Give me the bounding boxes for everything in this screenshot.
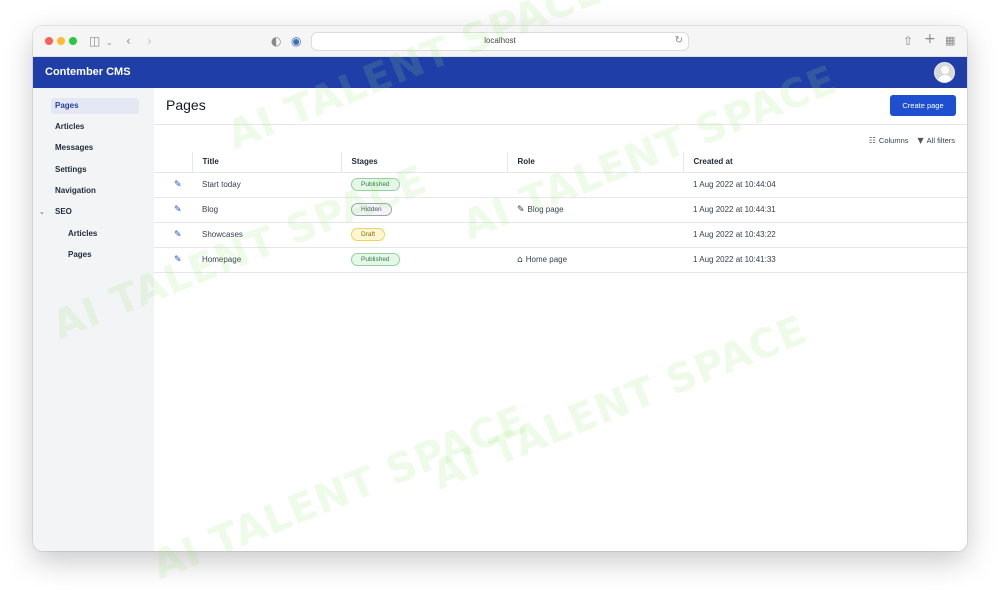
row-title: Start today — [192, 172, 341, 198]
row-title: Homepage — [192, 247, 341, 273]
row-role: ✎ Blog page — [507, 197, 683, 223]
browser-window: ◫ ⌄ ‹ › ◐ ◉ localhost ↻ ⇧ + ▦ Contember … — [33, 26, 967, 551]
sidebar-item-messages[interactable]: Messages — [51, 140, 93, 156]
main-content: Pages Create page ☷ Columns ▼ All filter… — [154, 88, 967, 551]
sidebar-item-articles[interactable]: Articles — [51, 119, 84, 135]
row-role — [507, 172, 683, 198]
filter-icon: ▼ — [917, 136, 924, 145]
table-row: ✎ Homepage Published ⌂ Home page 1 Aug 20… — [154, 247, 967, 273]
row-created-at: 1 Aug 2022 at 10:43:22 — [683, 222, 967, 248]
table-header-row: Title Stages Role Created at — [154, 152, 967, 173]
edit-square-icon: ✎ — [517, 204, 525, 215]
columns-icon: ☷ — [868, 136, 876, 145]
row-title: Blog — [192, 197, 341, 223]
minimize-window-button[interactable] — [57, 37, 65, 45]
status-badge: Published — [351, 178, 400, 191]
row-created-at: 1 Aug 2022 at 10:44:04 — [683, 172, 967, 198]
role-label: Home page — [525, 254, 568, 264]
back-chevron-icon[interactable]: ‹ — [126, 33, 131, 49]
sidebar-toggle-icon[interactable]: ◫ — [89, 33, 100, 49]
avatar-head-shape — [941, 66, 949, 74]
new-tab-plus-icon[interactable]: + — [924, 31, 936, 47]
page-title: Pages — [166, 97, 206, 113]
column-header-role[interactable]: Role — [506, 152, 683, 173]
privacy-shield-icon[interactable]: ◐ — [271, 33, 281, 49]
status-badge: Hidden — [351, 203, 392, 216]
column-header-title[interactable]: Title — [191, 152, 341, 173]
sidebar-item-navigation[interactable]: Navigation — [51, 183, 96, 199]
row-role — [507, 222, 683, 248]
address-bar[interactable]: localhost ↻ — [311, 32, 689, 51]
sidebar-item-seo-articles[interactable]: Articles — [64, 226, 97, 242]
tab-grid-icon[interactable]: ▦ — [945, 33, 955, 49]
row-role: ⌂ Home page — [507, 247, 683, 273]
chevron-down-icon[interactable]: ⌄ — [39, 204, 45, 220]
edit-pencil-icon[interactable]: ✎ — [174, 180, 182, 190]
sidebar: Pages Articles Messages Settings Navigat… — [33, 88, 154, 551]
share-icon[interactable]: ⇧ — [903, 33, 913, 49]
address-text: localhost — [484, 36, 516, 45]
row-created-at: 1 Aug 2022 at 10:41:33 — [683, 247, 967, 273]
column-header-actions — [154, 152, 192, 173]
header-divider — [154, 124, 967, 125]
home-icon: ⌂ — [517, 254, 523, 265]
brand-title: Contember CMS — [45, 66, 131, 78]
edit-pencil-icon[interactable]: ✎ — [174, 205, 182, 215]
column-header-stages[interactable]: Stages — [340, 152, 507, 173]
sidebar-item-pages[interactable]: Pages — [51, 98, 139, 114]
columns-button[interactable]: ☷ Columns — [869, 136, 909, 145]
table-row: ✎ Start today Published 1 Aug 2022 at 10… — [154, 172, 967, 198]
chevron-down-icon[interactable]: ⌄ — [106, 35, 113, 51]
sidebar-item-seo-pages[interactable]: Pages — [64, 247, 92, 263]
avatar-body-shape — [938, 75, 952, 82]
app-header: Contember CMS — [33, 57, 967, 88]
reload-icon[interactable]: ↻ — [675, 35, 683, 46]
table-row: ✎ Blog Hidden ✎ Blog page 1 Aug 2022 at 1… — [154, 197, 967, 223]
row-title: Showcases — [192, 222, 341, 248]
column-header-created-at[interactable]: Created at — [682, 152, 967, 173]
row-created-at: 1 Aug 2022 at 10:44:31 — [683, 197, 967, 223]
extension-icon[interactable]: ◉ — [291, 33, 301, 49]
table-row: ✎ Showcases Draft 1 Aug 2022 at 10:43:22 — [154, 222, 967, 248]
table-tools: ☷ Columns ▼ All filters — [869, 136, 955, 145]
create-page-button[interactable]: Create page — [890, 95, 956, 116]
forward-chevron-icon[interactable]: › — [147, 33, 152, 49]
user-avatar[interactable] — [934, 62, 955, 83]
pages-table: Title Stages Role Created at ✎ Start tod… — [154, 152, 967, 273]
browser-titlebar: ◫ ⌄ ‹ › ◐ ◉ localhost ↻ ⇧ + ▦ — [33, 26, 967, 57]
status-badge: Draft — [351, 228, 386, 241]
edit-pencil-icon[interactable]: ✎ — [174, 255, 182, 265]
status-badge: Published — [351, 253, 400, 266]
sidebar-item-settings[interactable]: Settings — [51, 162, 87, 178]
edit-pencil-icon[interactable]: ✎ — [174, 230, 182, 240]
role-label: Blog page — [527, 204, 564, 214]
zoom-window-button[interactable] — [69, 37, 77, 45]
all-filters-label: All filters — [926, 136, 955, 145]
close-window-button[interactable] — [45, 37, 53, 45]
all-filters-button[interactable]: ▼ All filters — [918, 136, 956, 145]
columns-label: Columns — [878, 136, 909, 145]
sidebar-item-seo[interactable]: SEO — [51, 204, 72, 220]
